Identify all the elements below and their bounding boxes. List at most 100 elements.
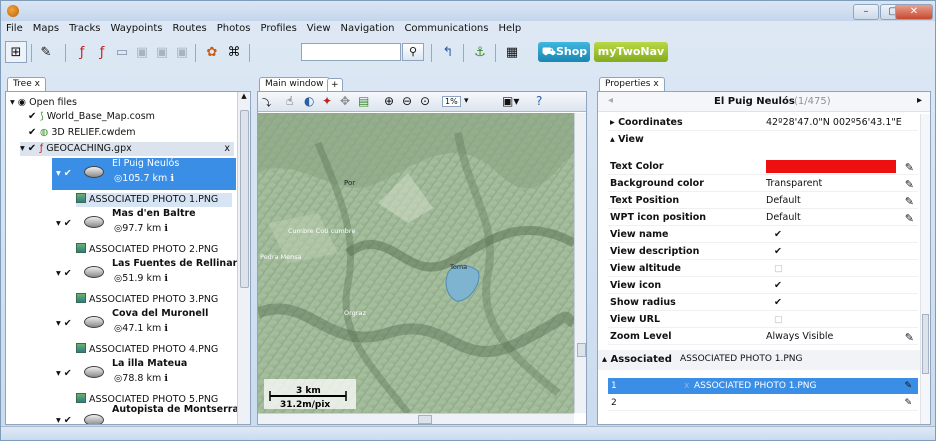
prop-wpt-icon-position[interactable]: WPT icon position Default ✎ bbox=[608, 209, 918, 226]
color-swatch[interactable] bbox=[766, 160, 896, 173]
map-tool-icon[interactable]: ▦ bbox=[501, 41, 523, 63]
tree-item-geocaching[interactable]: ▾ ✔ ƒ GEOCACHING.gpx x bbox=[20, 142, 234, 156]
scroll-up-icon[interactable]: ▲ bbox=[238, 92, 250, 100]
prop-zoom-level[interactable]: Zoom Level Always Visible ✎ bbox=[608, 328, 918, 345]
menu-file[interactable]: File bbox=[5, 23, 24, 37]
menu-view[interactable]: View bbox=[306, 23, 332, 37]
menu-waypoints[interactable]: Waypoints bbox=[109, 23, 163, 37]
check-icon[interactable]: ✔ bbox=[28, 126, 38, 140]
map-hscroll-thumb[interactable] bbox=[418, 415, 432, 424]
menu-navigation[interactable]: Navigation bbox=[340, 23, 396, 37]
track-tool-icon[interactable]: ƒ bbox=[71, 41, 93, 63]
edit-icon[interactable]: ✎ bbox=[904, 378, 912, 394]
menu-photos[interactable]: Photos bbox=[216, 23, 252, 37]
hand-icon[interactable]: ☝ bbox=[286, 94, 293, 108]
prop-view-name[interactable]: View name ✔ bbox=[608, 226, 918, 243]
zoom-full-icon[interactable]: ⊙ bbox=[420, 94, 430, 108]
checkbox-checked[interactable]: ✔ bbox=[774, 294, 782, 311]
check-icon[interactable]: ✔ bbox=[28, 142, 38, 156]
waypoint-tool-icon[interactable]: ✎ bbox=[35, 41, 57, 63]
waypoint-item-2[interactable]: ▾ ✔ Mas d'en Baltre ◎97.7 km ℹ bbox=[52, 208, 236, 240]
tree-root[interactable]: ▾ ◉ Open files bbox=[10, 96, 240, 110]
tree-item-base-map[interactable]: ✔ ⟆ World_Base_Map.cosm bbox=[28, 110, 250, 124]
undo-icon[interactable]: ↰ bbox=[437, 41, 459, 63]
photo-item-4[interactable]: ASSOCIATED PHOTO 4.PNG bbox=[76, 343, 232, 357]
remove-icon[interactable]: x bbox=[684, 378, 689, 394]
mytwonav-button[interactable]: myTwoNav bbox=[594, 42, 668, 62]
photo-item-2[interactable]: ASSOCIATED PHOTO 2.PNG bbox=[76, 243, 232, 257]
edit-icon[interactable]: ✎ bbox=[905, 193, 914, 210]
zoom-out-icon[interactable]: ⊖ bbox=[402, 94, 412, 108]
tree-toggle-icon[interactable]: ⊞ bbox=[5, 41, 27, 63]
menu-tracks[interactable]: Tracks bbox=[68, 23, 101, 37]
associated-list-item-2[interactable]: 2 ✎ bbox=[608, 395, 918, 411]
tab-tree[interactable]: Tree x bbox=[7, 77, 46, 92]
prop-background-color[interactable]: Background color Transparent ✎ bbox=[608, 175, 918, 192]
prop-view-url[interactable]: View URL ▢ bbox=[608, 311, 918, 328]
checkbox-checked[interactable]: ✔ bbox=[774, 226, 782, 243]
photo-item-3[interactable]: ASSOCIATED PHOTO 3.PNG bbox=[76, 293, 232, 307]
shop-button[interactable]: ⛟ Shop bbox=[538, 42, 590, 62]
waypoint-item-4[interactable]: ▾ ✔ Cova del Muronell ◎47.1 km ℹ bbox=[52, 308, 236, 340]
minimize-button[interactable]: – bbox=[853, 4, 879, 20]
checkbox-checked[interactable]: ✔ bbox=[774, 243, 782, 260]
menu-maps[interactable]: Maps bbox=[32, 23, 60, 37]
properties-scrollbar[interactable] bbox=[920, 114, 930, 424]
zoom-100-icon[interactable]: ⤵ bbox=[262, 96, 271, 109]
help-icon[interactable]: ? bbox=[536, 94, 542, 108]
waypoint-item-6[interactable]: ▾ ✔ Autopista de Montserrat bbox=[52, 404, 243, 424]
menu-profiles[interactable]: Profiles bbox=[259, 23, 297, 37]
waypoint-item-1[interactable]: ▾ ✔ El Puig Neulós ◎105.7 km ℹ bbox=[52, 158, 236, 190]
prev-icon[interactable]: ◂ bbox=[608, 95, 613, 106]
globe-icon[interactable]: ◐ bbox=[304, 94, 314, 108]
prop-show-radius[interactable]: Show radius ✔ bbox=[608, 294, 918, 311]
move-icon[interactable]: ✥ bbox=[340, 94, 350, 108]
edit-icon[interactable]: ✎ bbox=[905, 329, 914, 346]
checkbox-checked[interactable]: ✔ bbox=[774, 277, 782, 294]
waypoint-item-3[interactable]: ▾ ✔ Las Fuentes de Rellinars ◎51.9 km ℹ bbox=[52, 258, 243, 290]
associated-row[interactable]: ▴ Associated ASSOCIATED PHOTO 1.PNG bbox=[598, 350, 930, 370]
tree-scrollbar[interactable]: ▲ bbox=[237, 92, 250, 424]
map-vscroll[interactable] bbox=[574, 113, 586, 413]
edit-icon[interactable]: ✎ bbox=[905, 210, 914, 227]
layers-icon[interactable]: ▤ bbox=[358, 94, 369, 108]
map-canvas[interactable]: Por Cumbre Coti cumbre Pedra Mensa Toma … bbox=[258, 113, 578, 416]
coordinates-row[interactable]: ▸ Coordinates 42º28'47.0"N 002º56'43.1"E bbox=[608, 114, 918, 131]
pause-tool-icon[interactable]: ▣ bbox=[171, 41, 193, 63]
next-icon[interactable]: ▸ bbox=[917, 95, 922, 106]
menu-communications[interactable]: Communications bbox=[403, 23, 489, 37]
settings-icon[interactable]: ▣▾ bbox=[502, 94, 519, 108]
photo-item-1[interactable]: ASSOCIATED PHOTO 1.PNG bbox=[76, 193, 232, 207]
checkbox-unchecked[interactable]: ▢ bbox=[774, 260, 783, 277]
image-tool-icon[interactable]: ▭ bbox=[111, 41, 133, 63]
tab-main-window[interactable]: Main window bbox=[259, 77, 330, 92]
tab-close-icon[interactable]: x bbox=[35, 79, 40, 89]
compass-icon[interactable]: ✦ bbox=[322, 94, 332, 108]
zoom-in-icon[interactable]: ⊕ bbox=[384, 94, 394, 108]
menu-routes[interactable]: Routes bbox=[171, 23, 207, 37]
edit-icon[interactable]: ✎ bbox=[905, 159, 914, 176]
tab-close-icon[interactable]: x bbox=[653, 79, 658, 89]
associated-list-item-1[interactable]: 1 x ASSOCIATED PHOTO 1.PNG ✎ bbox=[608, 378, 918, 394]
view-section-header[interactable]: ▴ View bbox=[608, 131, 918, 148]
prop-text-position[interactable]: Text Position Default ✎ bbox=[608, 192, 918, 209]
waypoint-item-5[interactable]: ▾ ✔ La illa Mateua ◎78.8 km ℹ bbox=[52, 358, 236, 390]
properties-scroll-thumb[interactable] bbox=[922, 314, 929, 374]
gps-icon[interactable]: ⚓ bbox=[469, 41, 491, 63]
search-icon[interactable]: ⚲ bbox=[402, 43, 424, 61]
remove-file-icon[interactable]: x bbox=[224, 142, 230, 156]
tab-properties[interactable]: Properties x bbox=[599, 77, 665, 92]
route-tool-icon[interactable]: ƒ bbox=[91, 41, 113, 63]
tree-scroll-thumb[interactable] bbox=[240, 110, 249, 288]
prop-text-color[interactable]: Text Color ✎ bbox=[608, 158, 918, 175]
prop-view-icon[interactable]: View icon ✔ bbox=[608, 277, 918, 294]
dropdown-icon[interactable]: ▾ bbox=[464, 96, 469, 106]
checkbox-unchecked[interactable]: ▢ bbox=[774, 311, 783, 328]
menu-help[interactable]: Help bbox=[497, 23, 522, 37]
search-input[interactable] bbox=[301, 43, 401, 61]
prop-view-description[interactable]: View description ✔ bbox=[608, 243, 918, 260]
edit-icon[interactable]: ✎ bbox=[904, 395, 912, 411]
next-tool-icon[interactable]: ▣ bbox=[151, 41, 173, 63]
close-window-button[interactable]: ✕ bbox=[895, 4, 933, 20]
map-vscroll-thumb[interactable] bbox=[577, 343, 586, 357]
